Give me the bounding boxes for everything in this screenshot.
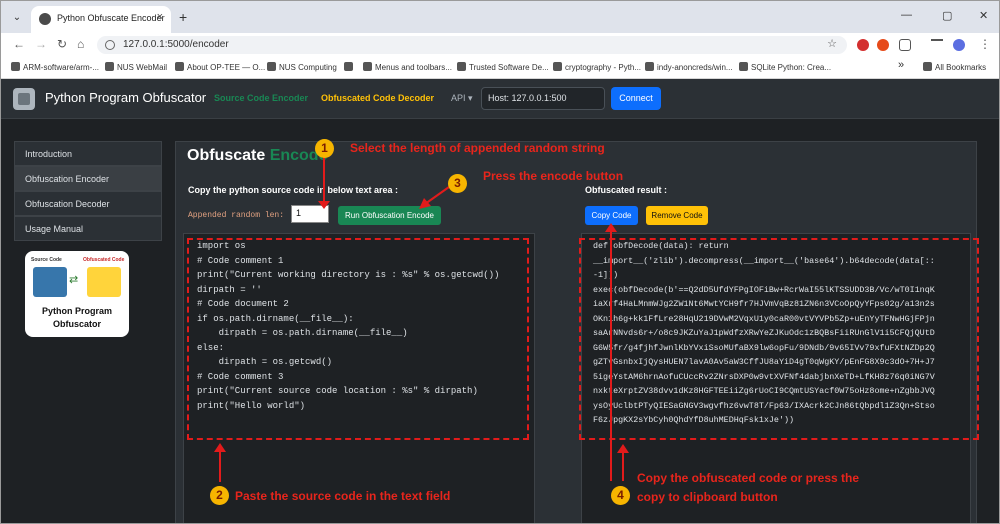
new-tab-button[interactable]: +	[179, 9, 187, 25]
logo-source-label: Source Code	[31, 257, 62, 263]
star-icon[interactable]: ☆	[827, 37, 837, 50]
bookmark-icon	[267, 62, 276, 71]
tab-search-icon[interactable]: ⌄	[9, 10, 25, 26]
app-navbar: Python Program Obfuscator Source Code En…	[1, 79, 999, 119]
github-icon	[11, 62, 20, 71]
bookmark-item[interactable]	[344, 62, 356, 72]
bookmark-icon	[739, 62, 748, 71]
bookmark-item[interactable]: SQLite Python: Crea...	[739, 62, 831, 72]
bookmark-icon	[553, 62, 562, 71]
folder-icon	[923, 62, 932, 71]
close-tab-icon[interactable]: ×	[157, 11, 163, 23]
bookmark-item[interactable]: About OP-TEE — O...	[175, 62, 265, 72]
random-len-label: Appended random len:	[188, 211, 285, 220]
more-bookmarks-button[interactable]: »	[898, 59, 904, 71]
app-logo-icon	[13, 88, 35, 110]
step-4-text: copy to clipboard button	[637, 490, 778, 504]
copy-code-button[interactable]: Copy Code	[585, 206, 638, 225]
minimize-button[interactable]: —	[901, 9, 912, 21]
step-1-text: Select the length of appended random str…	[350, 141, 605, 155]
nav-source-code-encoder[interactable]: Source Code Encoder	[214, 93, 308, 103]
reading-list-icon[interactable]	[931, 39, 943, 51]
bookmark-item[interactable]: NUS WebMail	[105, 62, 167, 72]
bookmark-icon	[175, 62, 184, 71]
result-label: Obfuscated result :	[585, 185, 668, 195]
bookmark-item[interactable]: indy-anoncreds/win...	[645, 62, 733, 72]
url-text: 127.0.0.1:5000/encoder	[123, 39, 229, 50]
tab-title: Python Obfuscate Encoder	[57, 13, 165, 23]
browser-window: ⌄ Python Obfuscate Encoder × + — ▢ ✕ ← →…	[0, 0, 1000, 524]
sidebar-item-obfuscation-encoder[interactable]: Obfuscation Encoder	[14, 166, 162, 191]
sidebar-item-usage-manual[interactable]: Usage Manual	[14, 216, 162, 241]
step-2-badge: 2	[210, 486, 229, 505]
remove-code-button[interactable]: Remove Code	[646, 206, 708, 225]
sidebar-item-introduction[interactable]: Introduction	[14, 141, 162, 166]
tab-bar: ⌄ Python Obfuscate Encoder × + — ▢ ✕	[1, 1, 999, 33]
arrow-right-icon: ⇄	[69, 274, 79, 286]
page-title: Obfuscate Encode	[187, 147, 328, 164]
step-3-badge: 3	[448, 174, 467, 193]
menu-icon[interactable]: ⋮	[979, 37, 991, 51]
step-4-text: Copy the obfuscated code or press the	[637, 471, 860, 485]
nav-obfuscated-code-decoder[interactable]: Obfuscated Code Decoder	[321, 93, 434, 103]
forward-icon[interactable]: →	[35, 37, 47, 51]
back-icon[interactable]: ←	[13, 37, 25, 51]
nav-api-dropdown[interactable]: API ▾	[451, 93, 473, 104]
app-brand[interactable]: Python Program Obfuscator	[45, 90, 206, 105]
address-bar-row: ← → ↻ ⌂ 127.0.0.1:5000/encoder ☆ ⋮	[1, 33, 999, 57]
home-icon[interactable]: ⌂	[77, 37, 84, 51]
bookmarks-bar: ARM-software/arm-... NUS WebMail About O…	[1, 57, 999, 79]
random-len-input[interactable]: 1	[291, 205, 329, 223]
python-icon	[87, 267, 121, 297]
puzzle-icon[interactable]	[899, 39, 911, 51]
step-1-badge: 1	[315, 139, 334, 158]
step-4-badge: 4	[611, 486, 630, 505]
step-2-text: Paste the source code in the text field	[235, 489, 451, 503]
python-icon	[33, 267, 67, 297]
profile-avatar[interactable]	[953, 39, 965, 51]
maximize-button[interactable]: ▢	[942, 9, 952, 22]
host-input[interactable]: Host: 127.0.0.1:500	[481, 87, 605, 110]
browser-tab[interactable]: Python Obfuscate Encoder ×	[31, 6, 171, 33]
logo-obfuscated-label: Obfuscated Code	[83, 257, 125, 263]
bookmark-item[interactable]: NUS Computing	[267, 62, 337, 72]
github-icon	[645, 62, 654, 71]
globe-icon	[39, 13, 51, 25]
bookmark-icon	[363, 62, 372, 71]
sidebar-logo: Source Code Obfuscated Code ⇄ Python Pro…	[25, 251, 129, 337]
bookmark-icon	[457, 62, 466, 71]
source-code-label: Copy the python source code in below tex…	[188, 185, 399, 195]
extension-icon[interactable]	[857, 39, 869, 51]
logo-caption: Obfuscator	[52, 319, 101, 329]
close-window-button[interactable]: ✕	[979, 9, 988, 22]
all-bookmarks[interactable]: All Bookmarks	[923, 62, 986, 72]
source-highlight-box	[187, 238, 529, 440]
reload-icon[interactable]: ↻	[57, 37, 67, 51]
bookmark-item[interactable]: ARM-software/arm-...	[11, 62, 99, 72]
result-highlight-box	[579, 238, 979, 440]
logo-caption: Python Program	[41, 306, 112, 316]
bookmark-icon	[105, 62, 114, 71]
step-3-text: Press the encode button	[483, 169, 624, 183]
bookmark-item[interactable]: cryptography - Pyth...	[553, 62, 641, 72]
sidebar-item-obfuscation-decoder[interactable]: Obfuscation Decoder	[14, 191, 162, 216]
connect-button[interactable]: Connect	[611, 87, 661, 110]
extension-icon[interactable]	[877, 39, 889, 51]
bookmark-item[interactable]: Trusted Software De...	[457, 62, 549, 72]
run-obfuscation-encode-button[interactable]: Run Obfuscation Encode	[338, 206, 441, 225]
site-info-icon[interactable]	[105, 40, 115, 50]
url-bar[interactable]: 127.0.0.1:5000/encoder ☆	[97, 36, 847, 54]
github-icon	[344, 62, 353, 71]
bookmark-item[interactable]: Menus and toolbars...	[363, 62, 452, 72]
